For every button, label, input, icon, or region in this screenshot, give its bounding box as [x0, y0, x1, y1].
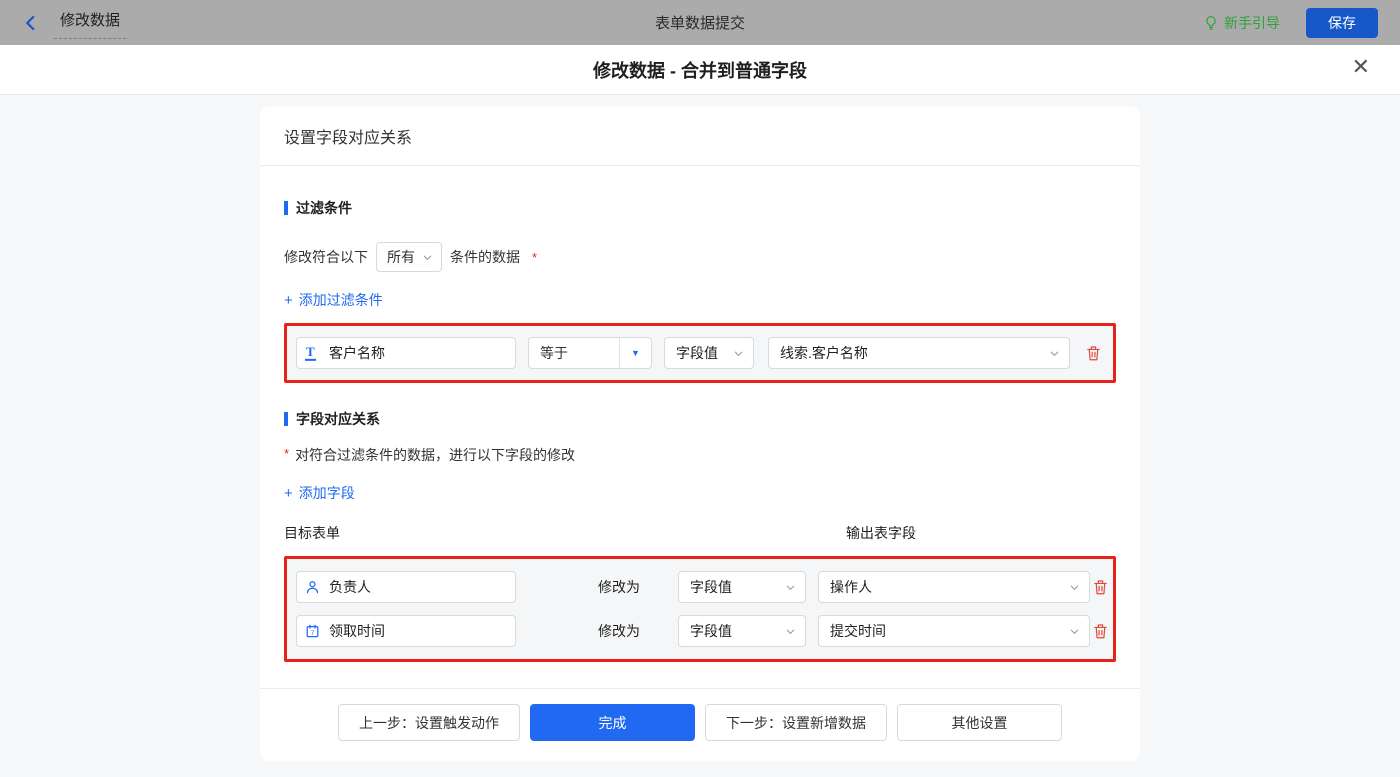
prev-step-button[interactable]: 上一步：设置触发动作: [338, 704, 520, 741]
card-footer: 上一步：设置触发动作 完成 下一步：设置新增数据 其他设置: [260, 688, 1140, 761]
mapping-row: 7 修改为 字段值 提交时间: [296, 615, 1107, 647]
section-bar-icon: [284, 201, 288, 215]
back-chevron-icon: [22, 14, 40, 32]
value-type-select[interactable]: 字段值: [664, 337, 754, 369]
lightbulb-icon: [1203, 15, 1219, 31]
mapping-column-labels: 目标表单 输出表字段: [284, 523, 1116, 543]
required-asterisk: *: [532, 249, 538, 265]
value-type-select[interactable]: 字段值: [678, 615, 806, 647]
target-field-input-wrap: 7: [296, 615, 516, 647]
user-icon: [305, 580, 320, 595]
operator-select[interactable]: 等于 ▼: [528, 337, 652, 369]
save-button[interactable]: 保存: [1306, 7, 1378, 38]
delete-condition-button[interactable]: [1083, 342, 1104, 364]
target-field-input-wrap: [296, 571, 516, 603]
value-type-select[interactable]: 字段值: [678, 571, 806, 603]
target-form-column-label: 目标表单: [284, 525, 340, 541]
mapping-section-title: 字段对应关系: [284, 409, 1116, 429]
mapping-description: * 对符合过滤条件的数据，进行以下字段的修改: [284, 446, 576, 463]
topbar: 表单数据提交 修改数据 新手引导 保存: [0, 0, 1400, 45]
filter-condition-row: T 等于 ▼ 字段值: [287, 326, 1113, 380]
chevron-down-icon: [1049, 348, 1060, 359]
match-condition-row: 修改符合以下 所有 条件的数据 *: [284, 242, 1116, 272]
field-mapping-highlight-box: 修改为 字段值 操作人: [284, 556, 1116, 662]
plus-icon: +: [284, 484, 293, 502]
target-field-input[interactable]: [296, 615, 516, 647]
calendar-icon: 7: [305, 624, 320, 639]
add-field-link[interactable]: + 添加字段: [284, 483, 355, 503]
filter-section-title: 过滤条件: [284, 198, 1116, 218]
settings-card: 设置字段对应关系 过滤条件 修改符合以下 所有 条件的数据 * + 添加过滤条件…: [260, 107, 1140, 761]
triangle-down-icon: ▼: [631, 348, 640, 358]
beginner-guide-link[interactable]: 新手引导: [1203, 13, 1280, 33]
modal-body: 设置字段对应关系 过滤条件 修改符合以下 所有 条件的数据 * + 添加过滤条件…: [0, 95, 1400, 777]
filter-field-input[interactable]: [296, 337, 516, 369]
output-field-column-label: 输出表字段: [846, 525, 916, 541]
add-filter-condition-link[interactable]: + 添加过滤条件: [284, 290, 383, 310]
target-field-input[interactable]: [296, 571, 516, 603]
match-prefix-label: 修改符合以下: [284, 249, 368, 265]
done-button[interactable]: 完成: [530, 704, 695, 741]
delete-mapping-button[interactable]: [1090, 620, 1111, 642]
text-field-icon: T: [305, 344, 316, 362]
output-field-select[interactable]: 提交时间: [818, 615, 1090, 647]
modal-header: 修改数据 - 合并到普通字段 ✕: [0, 45, 1400, 95]
card-header-title: 设置字段对应关系: [260, 107, 1140, 166]
output-field-select[interactable]: 操作人: [818, 571, 1090, 603]
modify-to-label: 修改为: [598, 579, 640, 595]
chevron-down-icon: [422, 252, 433, 263]
trash-icon: [1085, 344, 1102, 362]
operator-dropdown-button[interactable]: ▼: [619, 338, 651, 368]
modal-title: 修改数据 - 合并到普通字段: [593, 60, 807, 81]
section-bar-icon: [284, 412, 288, 426]
chevron-down-icon: [733, 348, 744, 359]
next-step-button[interactable]: 下一步：设置新增数据: [705, 704, 887, 741]
required-asterisk: *: [284, 446, 290, 461]
beginner-guide-label: 新手引导: [1224, 14, 1280, 31]
chevron-down-icon: [785, 626, 796, 637]
plus-icon: +: [284, 291, 293, 309]
trash-icon: [1092, 578, 1109, 596]
back-button[interactable]: [22, 14, 40, 32]
chevron-down-icon: [1069, 626, 1080, 637]
other-settings-button[interactable]: 其他设置: [897, 704, 1062, 741]
chevron-down-icon: [785, 582, 796, 593]
filter-condition-highlight-box: T 等于 ▼ 字段值: [284, 323, 1116, 383]
close-icon[interactable]: ✕: [1352, 57, 1370, 79]
chevron-down-icon: [1069, 582, 1080, 593]
svg-text:7: 7: [311, 630, 315, 637]
match-suffix-label: 条件的数据: [450, 249, 520, 265]
mapping-row: 修改为 字段值 操作人: [296, 571, 1107, 603]
flow-title[interactable]: 修改数据: [54, 6, 127, 39]
compare-value-select[interactable]: 线索.客户名称: [768, 337, 1070, 369]
topbar-center-title: 表单数据提交: [654, 15, 745, 32]
filter-field-input-wrap: T: [296, 337, 516, 369]
trash-icon: [1092, 622, 1109, 640]
match-mode-select[interactable]: 所有: [376, 242, 442, 272]
modify-to-label: 修改为: [598, 623, 640, 639]
delete-mapping-button[interactable]: [1090, 576, 1111, 598]
